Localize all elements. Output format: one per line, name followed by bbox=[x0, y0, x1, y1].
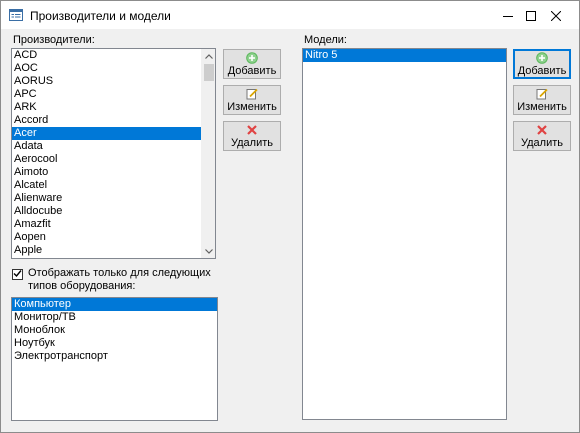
filter-checkbox-label[interactable]: Отображать только для следующих типов об… bbox=[28, 267, 211, 293]
equipment-types-listbox[interactable]: Компьютер Монитор/ТВ Моноблок Ноутбук Электр… bbox=[11, 297, 218, 421]
list-item[interactable]: Alcatel bbox=[12, 179, 201, 192]
list-item[interactable]: AORUS bbox=[12, 75, 201, 88]
edit-manufacturer-button[interactable]: Изменить bbox=[223, 85, 281, 115]
delete-model-label: Удалить bbox=[521, 137, 563, 149]
dialog-window: Производители и модели Производители: AC… bbox=[0, 0, 580, 433]
list-item[interactable]: Acer bbox=[12, 127, 201, 140]
add-manufacturer-label: Добавить bbox=[227, 65, 277, 77]
window-title: Производители и модели bbox=[30, 9, 171, 23]
models-label: Модели: bbox=[304, 34, 347, 46]
list-item[interactable]: Alldocube bbox=[12, 205, 201, 218]
add-icon bbox=[246, 52, 258, 64]
edit-icon bbox=[246, 88, 258, 100]
list-item[interactable]: ACD bbox=[12, 49, 201, 62]
manufacturers-listbox[interactable]: ACD AOC AORUS APC ARK Accord Acer Adata Aerocool… bbox=[11, 48, 216, 259]
list-item[interactable]: Alienware bbox=[12, 192, 201, 205]
list-item[interactable]: Amazfit bbox=[12, 218, 201, 231]
filter-label-line2: типов оборудования: bbox=[28, 280, 136, 292]
filter-label-line1: Отображать только для следующих bbox=[28, 267, 211, 279]
list-item[interactable]: AOC bbox=[12, 62, 201, 75]
add-manufacturer-button[interactable]: Добавить bbox=[223, 49, 281, 79]
list-item[interactable]: Монитор/ТВ bbox=[12, 311, 217, 324]
list-item[interactable]: Моноблок bbox=[12, 324, 217, 337]
manufacturers-list: ACD AOC AORUS APC ARK Accord Acer Adata Aerocool… bbox=[12, 49, 201, 258]
equipment-types-list: Компьютер Монитор/ТВ Моноблок Ноутбук Электр… bbox=[12, 298, 217, 363]
manufacturers-scrollbar[interactable] bbox=[201, 49, 215, 258]
list-item[interactable]: Aopen bbox=[12, 231, 201, 244]
delete-model-button[interactable]: Удалить bbox=[513, 121, 571, 151]
models-listbox[interactable]: Nitro 5 bbox=[302, 48, 507, 420]
close-icon bbox=[551, 10, 561, 21]
title-bar[interactable]: Производители и модели bbox=[1, 1, 579, 30]
list-item[interactable]: Электротранспорт bbox=[12, 350, 217, 363]
checkmark-icon bbox=[13, 269, 22, 281]
scroll-up-icon[interactable] bbox=[202, 49, 215, 63]
edit-icon bbox=[536, 88, 548, 100]
list-item[interactable]: Adata bbox=[12, 140, 201, 153]
add-model-label: Добавить bbox=[517, 65, 567, 77]
filter-checkbox[interactable] bbox=[12, 269, 23, 280]
list-item[interactable]: Nitro 5 bbox=[303, 49, 506, 62]
add-model-button[interactable]: Добавить bbox=[513, 49, 571, 79]
delete-manufacturer-label: Удалить bbox=[231, 137, 273, 149]
models-list: Nitro 5 bbox=[303, 49, 506, 62]
close-button[interactable] bbox=[533, 1, 579, 30]
list-item[interactable]: Accord bbox=[12, 114, 201, 127]
list-item[interactable]: Ardor Gaming bbox=[12, 257, 201, 258]
scroll-down-icon[interactable] bbox=[202, 244, 215, 258]
scroll-thumb[interactable] bbox=[204, 64, 214, 81]
edit-model-label: Изменить bbox=[517, 101, 567, 113]
window-list-icon bbox=[9, 8, 23, 22]
edit-model-button[interactable]: Изменить bbox=[513, 85, 571, 115]
list-item[interactable]: ARK bbox=[12, 101, 201, 114]
list-item[interactable]: Aerocool bbox=[12, 153, 201, 166]
add-icon bbox=[536, 52, 548, 64]
list-item[interactable]: APC bbox=[12, 88, 201, 101]
manufacturers-label: Производители: bbox=[13, 34, 95, 46]
list-item[interactable]: Aimoto bbox=[12, 166, 201, 179]
list-item[interactable]: Компьютер bbox=[12, 298, 217, 311]
delete-icon bbox=[246, 124, 258, 136]
delete-icon bbox=[536, 124, 548, 136]
delete-manufacturer-button[interactable]: Удалить bbox=[223, 121, 281, 151]
list-item[interactable]: Apple bbox=[12, 244, 201, 257]
edit-manufacturer-label: Изменить bbox=[227, 101, 277, 113]
list-item[interactable]: Ноутбук bbox=[12, 337, 217, 350]
